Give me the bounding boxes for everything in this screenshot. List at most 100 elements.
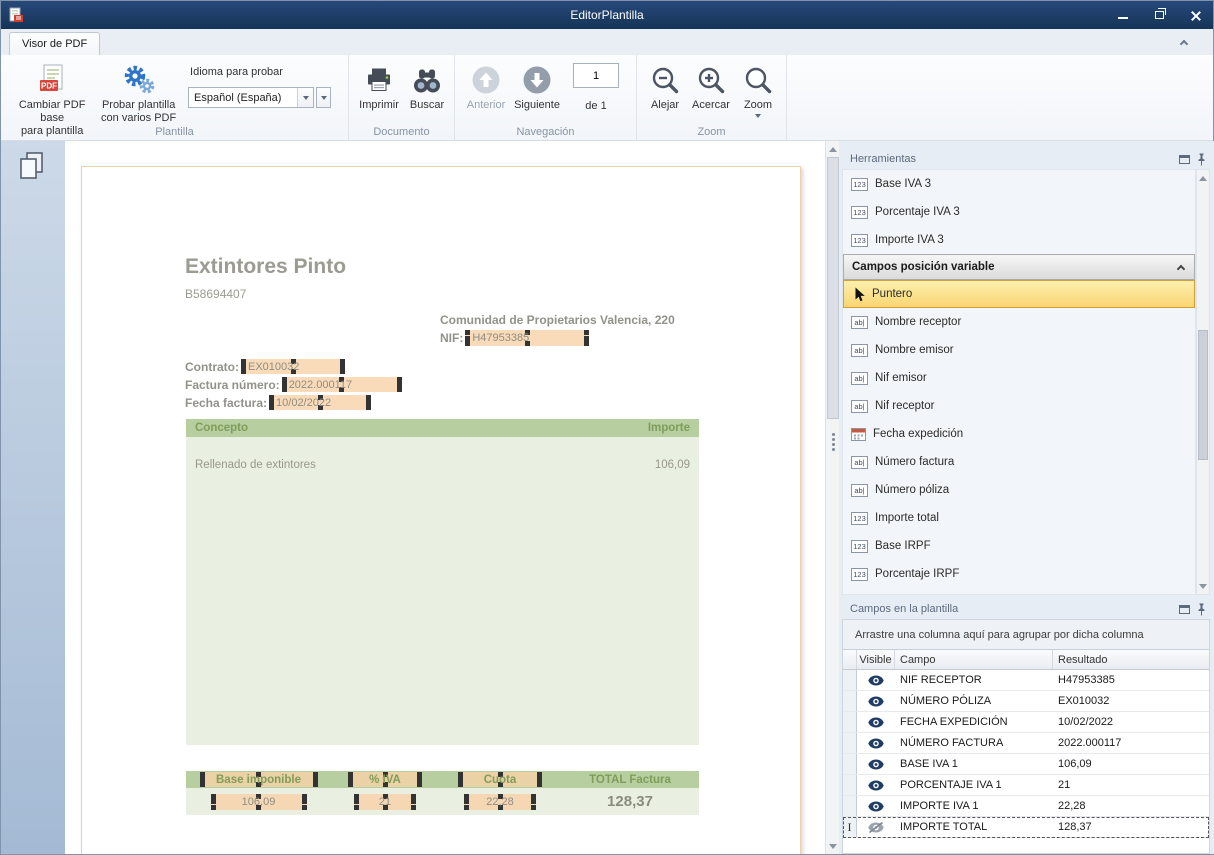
visible-cell[interactable]: [857, 796, 895, 816]
column-header-visible[interactable]: Visible: [857, 650, 895, 669]
factura-numero-field[interactable]: 2022.000117: [282, 377, 402, 392]
fecha-factura-field[interactable]: 10/02/2022: [269, 395, 371, 410]
eye-icon[interactable]: [868, 717, 884, 728]
nif-field[interactable]: H47953385: [465, 330, 589, 346]
scroll-down-button[interactable]: [1197, 579, 1209, 593]
eye-icon[interactable]: [868, 801, 884, 812]
tab-visor-pdf[interactable]: Visor de PDF: [9, 32, 100, 55]
iva-value-field[interactable]: 21: [354, 794, 416, 810]
scrollbar-thumb[interactable]: [827, 157, 839, 419]
tool-item-nif-emisor[interactable]: ab|Nif emisor: [843, 364, 1195, 392]
eye-icon[interactable]: [868, 780, 884, 791]
grid-row-nif-receptor[interactable]: NIF RECEPTORH47953385: [843, 670, 1209, 691]
resultado-cell[interactable]: EX010032: [1053, 691, 1209, 711]
visible-cell[interactable]: [857, 691, 895, 711]
grid-row-importe-iva-1[interactable]: IMPORTE IVA 122,28: [843, 796, 1209, 817]
tool-item-nombre-receptor[interactable]: ab|Nombre receptor: [843, 308, 1195, 336]
campo-cell[interactable]: FECHA EXPEDICIÓN: [895, 712, 1053, 732]
pin-icon[interactable]: [1197, 603, 1206, 616]
visible-cell[interactable]: [857, 712, 895, 732]
campo-cell[interactable]: NIF RECEPTOR: [895, 670, 1053, 690]
grid-row-porcentaje-iva-1[interactable]: PORCENTAJE IVA 121: [843, 775, 1209, 796]
zoom-dropdown-button[interactable]: Zoom: [735, 59, 781, 118]
cuota-value-field[interactable]: 22,28: [464, 794, 536, 810]
tool-item-puntero[interactable]: Puntero: [843, 280, 1195, 308]
grid-row-importe-total[interactable]: IIMPORTE TOTAL128,37: [843, 817, 1209, 838]
tool-item-numero-poliza[interactable]: ab|Número póliza: [843, 476, 1195, 504]
base-value-field[interactable]: 106,09: [211, 794, 307, 810]
tool-item-porcentaje-irpf[interactable]: 123Porcentaje IRPF: [843, 560, 1195, 588]
pdf-page[interactable]: Extintores Pinto B58694407 Comunidad de …: [81, 166, 801, 854]
maximize-panel-icon[interactable]: [1179, 605, 1190, 614]
close-button[interactable]: [1185, 6, 1205, 24]
ribbon-collapse-button[interactable]: [1177, 36, 1191, 48]
grid-row-fecha-expedicion[interactable]: FECHA EXPEDICIÓN10/02/2022: [843, 712, 1209, 733]
visible-cell[interactable]: [857, 817, 895, 837]
tool-item-porcentaje-iva-3[interactable]: 123Porcentaje IVA 3: [843, 198, 1195, 226]
tool-item-numero-factura[interactable]: ab|Número factura: [843, 448, 1195, 476]
resultado-cell[interactable]: 106,09: [1053, 754, 1209, 774]
eye-off-icon[interactable]: [868, 822, 884, 833]
pdf-vertical-scrollbar[interactable]: [825, 141, 839, 854]
acercar-button[interactable]: Acercar: [687, 59, 735, 112]
grid-row-numero-poliza[interactable]: NÚMERO PÓLIZAEX010032: [843, 691, 1209, 712]
restore-button[interactable]: [1149, 6, 1169, 24]
tool-item-base-irpf[interactable]: 123Base IRPF: [843, 532, 1195, 560]
resultado-cell[interactable]: H47953385: [1053, 670, 1209, 690]
visible-cell[interactable]: [857, 754, 895, 774]
campo-cell[interactable]: NÚMERO FACTURA: [895, 733, 1053, 753]
page-number-input[interactable]: [573, 63, 619, 88]
column-header-resultado[interactable]: Resultado: [1053, 650, 1209, 669]
idioma-combobox[interactable]: Español (España): [188, 87, 314, 108]
eye-icon[interactable]: [868, 675, 884, 686]
alejar-button[interactable]: Alejar: [643, 59, 687, 112]
tools-group-campos-posicion-variable[interactable]: Campos posición variable: [843, 254, 1195, 280]
campo-cell[interactable]: NÚMERO PÓLIZA: [895, 691, 1053, 711]
scroll-up-button[interactable]: [1197, 171, 1209, 185]
eye-icon[interactable]: [868, 759, 884, 770]
maximize-panel-icon[interactable]: [1179, 155, 1190, 164]
base-imponible-field[interactable]: Base imponible: [200, 772, 318, 787]
resultado-cell[interactable]: 22,28: [1053, 796, 1209, 816]
siguiente-button[interactable]: Siguiente: [511, 59, 563, 112]
campo-cell[interactable]: IMPORTE TOTAL: [895, 817, 1053, 837]
contrato-field[interactable]: EX010032: [241, 359, 345, 374]
column-header-campo[interactable]: Campo: [895, 650, 1053, 669]
tool-item-nif-receptor[interactable]: ab|Nif receptor: [843, 392, 1195, 420]
resultado-cell[interactable]: 21: [1053, 775, 1209, 795]
tool-item-importe-total[interactable]: 123Importe total: [843, 504, 1195, 532]
resultado-cell[interactable]: 128,37: [1053, 817, 1209, 837]
buscar-button[interactable]: Buscar: [403, 59, 451, 112]
campo-cell[interactable]: PORCENTAJE IVA 1: [895, 775, 1053, 795]
campo-cell[interactable]: IMPORTE IVA 1: [895, 796, 1053, 816]
scroll-up-button[interactable]: [826, 142, 840, 156]
imprimir-button[interactable]: Imprimir: [355, 59, 403, 112]
idioma-extra-dropdown-button[interactable]: [316, 87, 331, 108]
visible-cell[interactable]: [857, 670, 895, 690]
splitter-grip[interactable]: [829, 429, 837, 455]
tools-scrollbar[interactable]: [1196, 169, 1210, 595]
tool-item-nombre-emisor[interactable]: ab|Nombre emisor: [843, 336, 1195, 364]
resultado-cell[interactable]: 10/02/2022: [1053, 712, 1209, 732]
grid-row-base-iva-1[interactable]: BASE IVA 1106,09: [843, 754, 1209, 775]
resultado-cell[interactable]: 2022.000117: [1053, 733, 1209, 753]
anterior-button[interactable]: Anterior: [461, 59, 511, 112]
pdf-viewer[interactable]: Extintores Pinto B58694407 Comunidad de …: [65, 141, 825, 854]
minimize-button[interactable]: [1113, 6, 1133, 24]
eye-icon[interactable]: [868, 738, 884, 749]
visible-cell[interactable]: [857, 733, 895, 753]
visible-cell[interactable]: [857, 775, 895, 795]
probar-plantilla-button[interactable]: Probar plantilla con varios PDF: [97, 59, 180, 125]
cuota-header-field[interactable]: Cuota: [458, 772, 542, 787]
tool-item-importe-iva-3[interactable]: 123Importe IVA 3: [843, 226, 1195, 254]
thumbnail-strip[interactable]: [1, 141, 65, 854]
pin-icon[interactable]: [1197, 153, 1206, 166]
eye-icon[interactable]: [868, 696, 884, 707]
scroll-down-button[interactable]: [826, 839, 840, 853]
tool-item-fecha-expedicion[interactable]: Fecha expedición: [843, 420, 1195, 448]
iva-header-field[interactable]: % IVA: [348, 772, 422, 787]
campo-cell[interactable]: BASE IVA 1: [895, 754, 1053, 774]
grid-row-numero-factura[interactable]: NÚMERO FACTURA2022.000117: [843, 733, 1209, 754]
scrollbar-thumb[interactable]: [1198, 330, 1208, 460]
tool-item-base-iva-3[interactable]: 123Base IVA 3: [843, 170, 1195, 198]
